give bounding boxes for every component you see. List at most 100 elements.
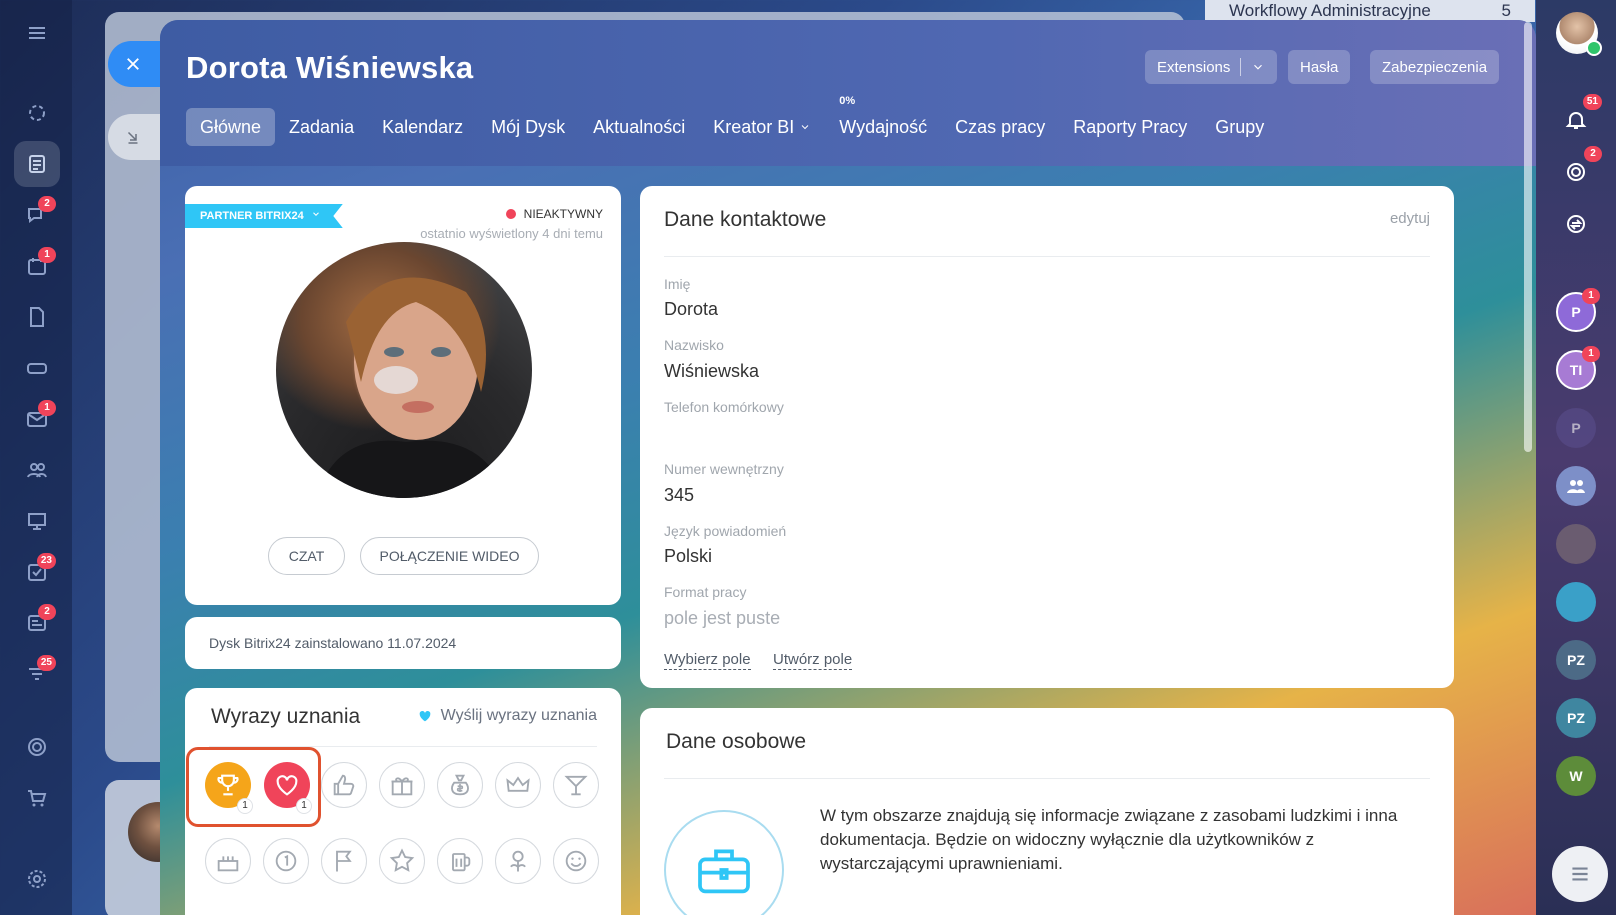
scrollbar[interactable] (1524, 22, 1532, 452)
calendar-icon[interactable]: 1 (14, 243, 60, 289)
image-avatar[interactable] (1556, 524, 1596, 564)
drive-icon[interactable] (14, 345, 60, 391)
target-circle-icon[interactable]: 2 (1556, 146, 1602, 192)
tasks-icon[interactable]: 23 (14, 549, 60, 595)
calendar-badge: 1 (38, 247, 56, 263)
personal-description: W tym obszarze znajdują się informacje z… (820, 806, 1398, 873)
tab-efficiency[interactable]: 0% Wydajność (825, 95, 941, 146)
workflow-label: Workflowy Administracyjne (1229, 1, 1431, 20)
select-field-link[interactable]: Wybierz pole (664, 651, 751, 670)
field-value-language[interactable]: Polski (664, 546, 712, 567)
avatar-p2[interactable]: P (1556, 408, 1596, 448)
settings-icon[interactable] (14, 856, 60, 902)
field-label-last-name: Nazwisko (664, 337, 724, 353)
tab-drive[interactable]: Mój Dysk (477, 108, 579, 146)
passwords-button[interactable]: Hasła (1288, 50, 1351, 84)
field-label-work-format: Format pracy (664, 584, 747, 600)
flag-icon[interactable] (321, 838, 367, 884)
field-value-last-name[interactable]: Wiśniewska (664, 361, 759, 382)
avatar-label: TI (1569, 362, 1583, 378)
beer-icon[interactable] (437, 838, 483, 884)
people-icon[interactable] (14, 447, 60, 493)
chevron-down-icon (1254, 64, 1263, 70)
briefcase-icon (664, 810, 784, 915)
extensions-label: Extensions (1157, 58, 1231, 76)
field-label-mobile: Telefon komórkowy (664, 399, 784, 415)
heart-icon (419, 710, 431, 722)
mail-badge: 1 (38, 400, 56, 416)
workflow-row[interactable]: Workflowy Administracyjne 5 (1205, 0, 1535, 22)
status-dot (505, 209, 516, 219)
gift-icon[interactable] (379, 762, 425, 808)
avatar-label: W (1569, 768, 1583, 784)
chat-button[interactable]: CZAT (268, 537, 345, 575)
edit-link[interactable]: edytuj (1390, 210, 1430, 227)
chat-icon[interactable]: 2 (14, 192, 60, 238)
news-icon[interactable]: 2 (14, 600, 60, 646)
create-field-link[interactable]: Utwórz pole (773, 651, 853, 670)
document-icon[interactable] (14, 141, 60, 187)
minimize-button[interactable] (108, 114, 164, 160)
flower-icon[interactable] (495, 838, 541, 884)
star-icon[interactable] (379, 838, 425, 884)
send-kudos-button[interactable]: Wyślij wyrazy uznania (417, 707, 597, 725)
avatar-badge: 1 (1582, 288, 1600, 304)
smile-icon[interactable] (553, 838, 599, 884)
security-button[interactable]: Zabezpieczenia (1370, 50, 1500, 84)
money-bag-icon[interactable] (437, 762, 483, 808)
tab-worktime[interactable]: Czas pracy (941, 108, 1059, 146)
tab-tasks[interactable]: Zadania (275, 108, 368, 146)
activity-stream-icon[interactable] (14, 90, 60, 136)
profile-card: PARTNER BITRIX24 NIEAKTYWNY ostatnio wyś… (185, 186, 621, 605)
tab-calendar[interactable]: Kalendarz (368, 108, 477, 146)
partner-badge[interactable]: PARTNER BITRIX24 (185, 204, 343, 228)
tab-news[interactable]: Aktualności (579, 108, 699, 146)
bell-icon[interactable]: 51 (1556, 94, 1602, 140)
contact-card: Dane kontaktowe edytuj Imię Dorota Nazwi… (640, 186, 1454, 688)
avatar-pz[interactable]: PZ (1556, 640, 1596, 680)
avatar-badge: 1 (1582, 346, 1600, 362)
field-value-first-name[interactable]: Dorota (664, 299, 718, 320)
field-value-extension[interactable]: 345 (664, 485, 694, 506)
thumbs-up-icon[interactable] (321, 762, 367, 808)
video-call-button[interactable]: POŁĄCZENIE WIDEO (360, 537, 539, 575)
crown-icon[interactable] (495, 762, 541, 808)
medal-one-icon[interactable] (263, 838, 309, 884)
profile-photo[interactable] (276, 242, 532, 498)
tab-main[interactable]: Główne (186, 108, 276, 146)
mail-icon[interactable]: 1 (14, 396, 60, 442)
file-icon[interactable] (14, 294, 60, 340)
funnel-icon[interactable]: 25 (14, 651, 60, 697)
partner-label: PARTNER BITRIX24 (200, 210, 304, 222)
sync-icon[interactable] (1556, 204, 1596, 244)
tab-label: Kreator BI (713, 117, 795, 137)
cart-icon[interactable] (14, 775, 60, 821)
avatar-w[interactable]: W (1556, 756, 1596, 796)
chevron-down-icon (801, 125, 809, 130)
profile-tabs: Główne Zadania Kalendarz Mój Dysk Aktual… (186, 95, 1278, 146)
chevron-down-icon (312, 212, 319, 216)
avatar-pz2[interactable]: PZ (1556, 698, 1596, 738)
tab-groups[interactable]: Grupy (1201, 108, 1278, 146)
tasks-badge: 23 (36, 553, 56, 569)
cocktail-icon[interactable] (553, 762, 599, 808)
kudos-title: Wyrazy uznania (211, 705, 361, 728)
field-value-work-format[interactable]: pole jest puste (664, 608, 780, 629)
tab-bi-builder[interactable]: Kreator BI (699, 108, 825, 146)
user-avatar[interactable] (1556, 12, 1602, 56)
group-avatar[interactable] (1556, 466, 1596, 506)
tab-label: Wydajność (839, 117, 928, 137)
page-title: Dorota Wiśniewska (186, 50, 474, 85)
tab-work-reports[interactable]: Raporty Pracy (1059, 108, 1201, 146)
right-sidebar: 51 2 P 1 TI 1 P PZ PZ W (1536, 0, 1616, 915)
cake-icon[interactable] (205, 838, 251, 884)
target-icon[interactable] (14, 724, 60, 770)
presentation-icon[interactable] (14, 498, 60, 544)
left-sidebar: 2 1 1 23 2 25 (0, 0, 72, 915)
extensions-button[interactable]: Extensions (1145, 50, 1278, 84)
avatar-p[interactable]: P 1 (1556, 288, 1600, 332)
avatar-ti[interactable]: TI 1 (1556, 346, 1600, 390)
chat-avatar[interactable] (1556, 582, 1596, 622)
list-menu-icon[interactable] (1552, 846, 1608, 902)
menu-icon[interactable] (14, 10, 60, 56)
